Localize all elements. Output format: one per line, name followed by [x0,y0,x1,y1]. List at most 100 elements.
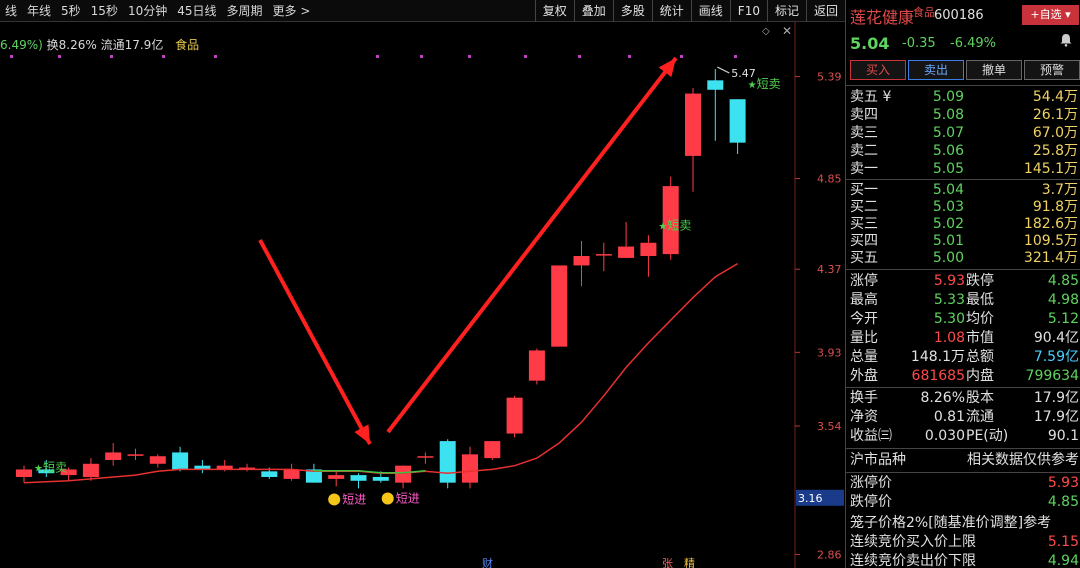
price-axis-label: 2.86 [817,548,842,561]
divider [846,448,1080,449]
down-arrow [258,239,372,445]
buy-order-row: 买三 5.02 182.6万 [846,215,1080,233]
cancel-order-button[interactable]: 撤单 [966,60,1022,80]
candle-body [127,454,144,456]
order-label: 买二 [850,199,878,215]
candle-body [506,397,523,434]
buy-order-row: 买五 5.00 321.4万 [846,249,1080,267]
candle-body [484,441,501,459]
candle-body [149,456,166,464]
market-header: 沪市品种 相关数据仅供参考 [850,451,1079,470]
stat-row: 换手 8.26% 股本 17.9亿 [846,389,1080,408]
signal-dot [578,55,581,58]
diamond-icon[interactable]: ◇ [762,26,770,37]
period-15s[interactable]: 15秒 [86,2,123,19]
buy-order-row: 买四 5.01 109.5万 [846,232,1080,250]
period-multi[interactable]: 多周期 [222,2,268,19]
candle-body [439,441,456,483]
high-label: 5.47 [731,67,756,80]
order-volume: 109.5万 [1023,233,1078,249]
auction-sell-value: 4.94 [1047,553,1079,568]
stat-value: 17.9亿 [1033,409,1079,425]
order-price: 5.01 [932,233,964,249]
bell-icon[interactable] [1059,33,1073,47]
period-45day[interactable]: 45日线 [172,2,221,19]
buy-order-row: 买二 5.03 91.8万 [846,198,1080,216]
order-price: 5.02 [932,216,964,232]
period-5s[interactable]: 5秒 [56,2,86,19]
price-alert-button[interactable]: 预警 [1024,60,1080,80]
stock-code: 600186 [934,8,984,23]
stat-row: 净资 0.81 流通 17.9亿 [846,408,1080,427]
period-more[interactable]: 更多 > [268,2,316,19]
stat-value: 4.85 [1047,273,1079,289]
stat-key: 收益㈢ [850,428,892,444]
sell-order-row: 卖二 5.06 25.8万 [846,142,1080,160]
close-icon[interactable]: ✕ [782,24,792,38]
smiley-icon [381,492,394,505]
limit-down-label: 跌停价 [850,494,892,510]
order-label: 卖四 [850,107,878,123]
order-price: 5.08 [932,107,964,123]
short-sell-label: 短卖 [757,77,781,91]
stat-row: 涨停 5.93 跌停 4.85 [846,272,1080,291]
overlay-button[interactable]: 叠加 [573,0,613,22]
stat-value: 148.1万 [910,349,965,365]
signal-dot [58,55,61,58]
ma-line [23,262,738,484]
stat-key: 市值 [966,330,994,346]
market-label: 沪市品种 [850,452,906,468]
period-10min[interactable]: 10分钟 [123,2,172,19]
star-icon: ★ [748,80,757,91]
back-button[interactable]: 返回 [805,0,845,22]
order-price: 5.06 [932,143,964,159]
quote-panel: 莲花健康 食品 600186 +自选 ▾ 5.04 -0.35 -6.49% 买… [845,0,1080,568]
stat-value: 90.4亿 [1033,330,1079,346]
f10-button[interactable]: F10 [729,0,767,22]
candle-body [707,80,724,90]
price-axis-label: 3.93 [817,346,842,359]
order-price: 5.04 [932,182,964,198]
candle-body [105,452,122,460]
statistics-button[interactable]: 统计 [651,0,691,22]
stat-key: 流通 [966,409,994,425]
auction-buy-label: 连续竞价买入价上限 [850,534,976,550]
sell-button[interactable]: 卖出 [908,60,964,80]
stock-name: 莲花健康 [850,8,915,27]
period-year[interactable]: 年线 [22,2,56,19]
add-watchlist-button[interactable]: +自选 ▾ [1022,5,1079,25]
rights-adjust-button[interactable]: 复权 [534,0,574,22]
order-label: 卖五 ¥ [850,89,892,105]
multi-stock-button[interactable]: 多股 [612,0,652,22]
stat-value: 4.98 [1047,292,1079,308]
signal-dot [214,55,217,58]
candle-body [372,477,389,481]
stat-row: 今开 5.30 均价 5.12 [846,310,1080,329]
order-label: 买五 [850,250,878,266]
order-price: 5.00 [932,250,964,266]
candle-body [328,475,345,479]
order-price: 5.07 [932,125,964,141]
candle-body [350,475,367,481]
info-change: 6.49%) [0,38,43,52]
cage-price-label: 笼子价格2%[随基准价调整]参考 [850,515,1052,531]
order-volume: 321.4万 [1023,250,1078,266]
mark-button[interactable]: 标记 [766,0,806,22]
buy-button[interactable]: 买入 [850,60,906,80]
stat-key: 最低 [966,292,994,308]
info-float: 流通17.9亿 [100,38,164,52]
sell-order-row: 卖一 5.05 145.1万 [846,160,1080,178]
stat-key: 均价 [966,311,994,327]
stat-value: 90.1 [1047,428,1079,444]
stat-key: 最高 [850,292,878,308]
order-volume: 26.1万 [1032,107,1078,123]
signal-dot [376,55,379,58]
divider [846,387,1080,388]
period-day[interactable]: 线 [0,2,22,19]
info-turnover: 换8.26% [46,38,97,52]
order-volume: 54.4万 [1032,89,1078,105]
kline-chart[interactable]: 5.39 4.85 4.37 3.93 3.54 2.86 3.16 5.47 ★ 短卖 ★ 短卖 ★ 短… [0,22,845,568]
selected-mark: 精 [684,557,695,568]
draw-line-button[interactable]: 画线 [690,0,730,22]
kline-svg: 5.394.854.373.933.542.863.165.47★ 短卖★ 短卖★ 短… [10,22,844,568]
